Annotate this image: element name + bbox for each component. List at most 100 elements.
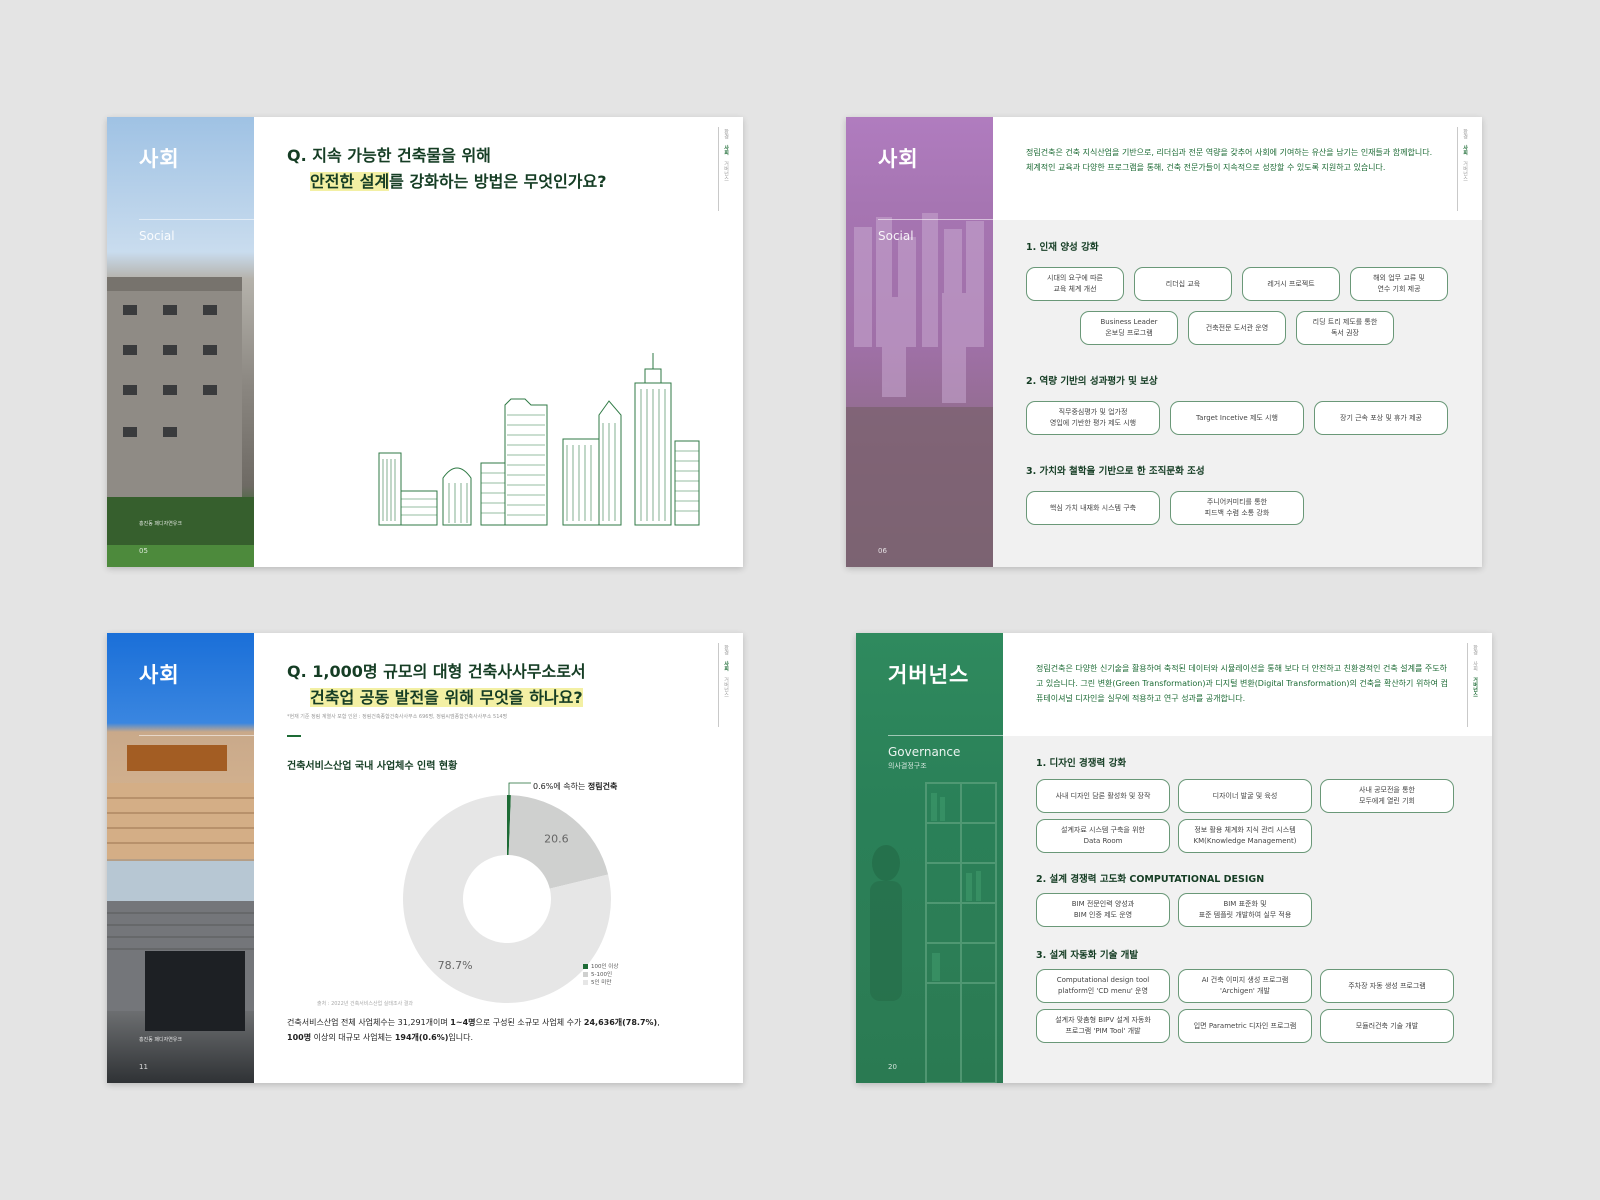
tab-social[interactable]: 사회 bbox=[723, 145, 730, 155]
report-page-4: 거버넌스 Governance 의사결정구조 20 환경 사회 거버넌스 정림건… bbox=[856, 633, 1492, 1083]
section-tabs: 환경 사회 거버넌스 bbox=[723, 645, 735, 703]
body-emphasis: 24,636개(78.7%) bbox=[583, 1018, 658, 1027]
tab-divider bbox=[1467, 643, 1468, 727]
question-heading: Q. 1,000명 규모의 대형 건축사사무소로서 건축업 공동 발전을 위해 … bbox=[287, 659, 586, 711]
tab-divider bbox=[718, 127, 719, 211]
city-skyline-illustration bbox=[378, 353, 700, 526]
divider bbox=[139, 735, 254, 736]
source-note: 출처 : 2022년 건축서비스산업 실태조사 결과 bbox=[317, 1001, 413, 1007]
body-emphasis: 194개(0.6%) bbox=[394, 1033, 449, 1042]
body-text: , bbox=[657, 1018, 660, 1027]
tab-social[interactable]: 사회 bbox=[1472, 661, 1479, 671]
body-emphasis: 1~4명 bbox=[450, 1018, 476, 1027]
photo-caption: 홍진동 패디자연유크 bbox=[139, 521, 182, 527]
tab-social[interactable]: 사회 bbox=[1462, 145, 1469, 155]
page-number: 20 bbox=[888, 1063, 897, 1071]
question-heading: Q. 지속 가능한 건축물을 위해 안전한 설계를 강화하는 방법은 무엇인가요… bbox=[287, 143, 607, 195]
program-item: 직무중심평가 및 업가정 영입에 기반한 평가 제도 시행 bbox=[1026, 401, 1160, 435]
intro-paragraph: 정림건축은 다양한 신기술을 활용하여 축적된 데이터와 시뮬레이션을 통해 보… bbox=[1036, 664, 1448, 703]
legend-item: 5-100인 bbox=[583, 971, 618, 979]
report-page-1: 사회 Social 홍진동 패디자연유크 05 환경 사회 거버넌스 Q. 지속… bbox=[107, 117, 743, 567]
question-line-2-rest: 를 강화하는 방법은 무엇인가요? bbox=[389, 172, 607, 191]
page-number: 05 bbox=[139, 547, 148, 555]
chart-legend: 100인 이상 5-100인 5인 미만 bbox=[583, 963, 618, 987]
tab-governance[interactable]: 거버넌스 bbox=[1462, 161, 1469, 181]
program-item: 주니어커미티를 통한 피드백 수렴 소통 강화 bbox=[1170, 491, 1304, 525]
section-title: 사회 bbox=[139, 663, 180, 687]
legend-item: 100인 이상 bbox=[583, 963, 618, 971]
section-heading: 2. 설계 경쟁력 고도화 COMPUTATIONAL DESIGN bbox=[1036, 874, 1265, 885]
tab-social[interactable]: 사회 bbox=[723, 661, 730, 671]
program-item: 사내 공모전을 통한 모두에게 열린 기회 bbox=[1320, 779, 1454, 813]
section-heading: 3. 가치와 철학을 기반으로 한 조직문화 조성 bbox=[1026, 466, 1205, 477]
program-item: 리딩 트리 제도를 통한 독서 권장 bbox=[1296, 311, 1394, 345]
program-item: 리더십 교육 bbox=[1134, 267, 1232, 301]
divider bbox=[888, 735, 1003, 736]
report-page-3: 사회 홍진동 패디자연유크 11 환경 사회 거버넌스 Q. 1,000명 규모… bbox=[107, 633, 743, 1083]
section-title: 사회 bbox=[139, 147, 180, 171]
divider bbox=[878, 219, 993, 220]
body-paragraph: 건축서비스산업 전체 사업체수는 31,291개이며 1~4명으로 구성된 소규… bbox=[287, 1015, 707, 1045]
program-item: AI 건축 이미지 생성 프로그램 'Archigen' 개발 bbox=[1178, 969, 1312, 1003]
program-item: 레거시 프로젝트 bbox=[1242, 267, 1340, 301]
section-heading: 1. 디자인 경쟁력 강화 bbox=[1036, 758, 1127, 769]
program-item: 사내 디자인 담론 활성화 및 장작 bbox=[1036, 779, 1170, 813]
body-text: 건축서비스산업 전체 사업체수는 31,291개이며 bbox=[287, 1018, 451, 1027]
highlight-text: 건축업 공동 발전을 위해 무엇을 하나요? bbox=[310, 688, 583, 707]
chart-callout: 0.6%에 속하는 정림건축 bbox=[533, 781, 617, 792]
tab-environment[interactable]: 환경 bbox=[1472, 645, 1479, 655]
question-line-1: Q. 지속 가능한 건축물을 위해 bbox=[287, 146, 491, 165]
divider bbox=[139, 219, 254, 220]
footnote: *현재 기준 정림 계열사 포함 인원 : 정림건축종합건축사사무소 696명,… bbox=[287, 714, 508, 720]
program-item: BIM 표준화 및 표준 템플릿 개발하여 실무 적용 bbox=[1178, 893, 1312, 927]
program-item: 디자이너 발굴 및 육성 bbox=[1178, 779, 1312, 813]
tab-environment[interactable]: 환경 bbox=[723, 645, 730, 655]
section-title: 거버넌스 bbox=[888, 663, 970, 687]
legend-item: 5인 미만 bbox=[583, 979, 618, 987]
section-title: 사회 bbox=[878, 147, 919, 171]
section-subtitle-korean: 의사결정구조 bbox=[888, 762, 927, 770]
question-line-1: Q. 1,000명 규모의 대형 건축사사무소로서 bbox=[287, 662, 586, 681]
section-heading: 1. 인재 양성 강화 bbox=[1026, 242, 1099, 253]
tab-environment[interactable]: 환경 bbox=[723, 129, 730, 139]
section-heading: 3. 설계 자동화 기술 개발 bbox=[1036, 950, 1139, 961]
tab-governance[interactable]: 거버넌스 bbox=[1472, 677, 1479, 697]
program-item: 모듈러건축 기술 개발 bbox=[1320, 1009, 1454, 1043]
chart-title: 건축서비스산업 국내 사업체수 인력 현황 bbox=[287, 761, 458, 772]
legend-label: 100인 이상 bbox=[591, 964, 619, 970]
accent-bar bbox=[287, 735, 301, 737]
section-heading: 2. 역량 기반의 성과평가 및 보상 bbox=[1026, 376, 1158, 387]
section-subtitle: Governance bbox=[888, 745, 961, 759]
side-photo-apartments: 사회 Social 06 bbox=[846, 117, 993, 567]
program-item: 건축전문 도서관 운영 bbox=[1188, 311, 1286, 345]
program-item: 설계자 맞춤형 BIPV 설계 자동화 프로그램 'PIM Tool' 개발 bbox=[1036, 1009, 1170, 1043]
legend-swatch bbox=[583, 964, 588, 969]
section-tabs: 환경 사회 거버넌스 bbox=[1472, 645, 1484, 703]
program-item: BIM 전문인력 양성과 BIM 인증 제도 운영 bbox=[1036, 893, 1170, 927]
tab-governance[interactable]: 거버넌스 bbox=[723, 677, 730, 697]
report-page-2: 사회 Social 06 환경 사회 거버넌스 정림건축은 건축 지식산업을 기… bbox=[846, 117, 1482, 567]
program-item: 주차장 자동 생성 프로그램 bbox=[1320, 969, 1454, 1003]
page-number: 11 bbox=[139, 1063, 148, 1071]
slice-label: 78.7% bbox=[438, 959, 473, 972]
program-item: 해외 업무 교류 및 연수 기회 제공 bbox=[1350, 267, 1448, 301]
legend-swatch bbox=[583, 980, 588, 985]
program-item: Business Leader 온보딩 프로그램 bbox=[1080, 311, 1178, 345]
program-item: Computational design tool platform인 'CD … bbox=[1036, 969, 1170, 1003]
tab-divider bbox=[718, 643, 719, 727]
page-number: 06 bbox=[878, 547, 887, 555]
program-item: Target Incetive 제도 시행 bbox=[1170, 401, 1304, 435]
program-item: 입면 Parametric 디자인 프로그램 bbox=[1178, 1009, 1312, 1043]
program-item: 정보 활용 체계화 지식 관리 시스템 KM(Knowledge Managem… bbox=[1178, 819, 1312, 853]
body-text: 이상의 대규모 사업체는 bbox=[311, 1033, 395, 1042]
side-photo-facade: 사회 홍진동 패디자연유크 11 bbox=[107, 633, 254, 1083]
tab-governance[interactable]: 거버넌스 bbox=[723, 161, 730, 181]
legend-label: 5인 미만 bbox=[591, 980, 612, 986]
body-emphasis: 100명 bbox=[287, 1033, 312, 1042]
legend-swatch bbox=[583, 972, 588, 977]
slice-label: 20.6 bbox=[544, 833, 569, 846]
tab-environment[interactable]: 환경 bbox=[1462, 129, 1469, 139]
photo-caption: 홍진동 패디자연유크 bbox=[139, 1037, 182, 1043]
side-photo-library: 거버넌스 Governance 의사결정구조 20 bbox=[856, 633, 1003, 1083]
library-photo-illustration bbox=[870, 782, 997, 1083]
